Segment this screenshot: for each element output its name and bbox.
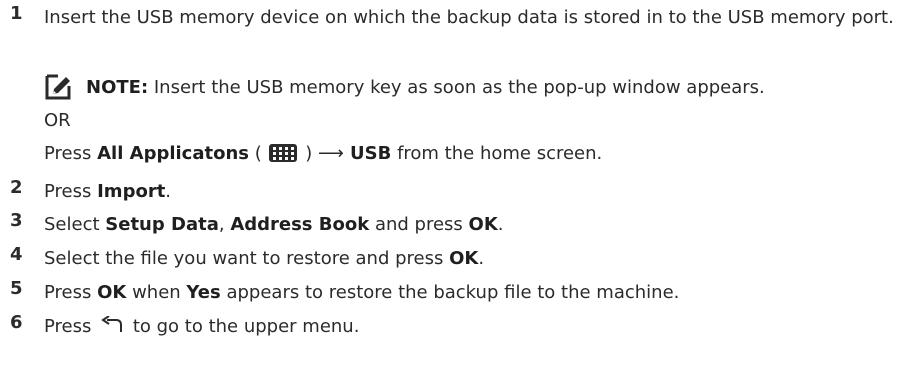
step-number: 4 bbox=[10, 244, 23, 265]
step-1: 1 Insert the USB memory device on which … bbox=[0, 3, 904, 32]
alt-pre: Press bbox=[44, 143, 98, 164]
ok-label: OK bbox=[97, 282, 127, 303]
alt-post: from the home screen. bbox=[391, 143, 603, 164]
instruction-page: 1 Insert the USB memory device on which … bbox=[0, 0, 924, 374]
note-pencil-icon bbox=[45, 74, 71, 100]
step-number: 5 bbox=[10, 278, 23, 299]
all-applications-label: All Applicatons bbox=[97, 143, 250, 164]
step-text: Select Setup Data, Address Book and pres… bbox=[44, 214, 504, 235]
step-2: 2 Press Import. bbox=[0, 177, 904, 206]
step-number: 3 bbox=[10, 210, 23, 231]
usb-label: USB bbox=[343, 143, 392, 164]
step-text: Select the file you want to restore and … bbox=[44, 248, 485, 269]
paren-close: ) bbox=[299, 143, 318, 164]
step-text: Press OK when Yes appears to restore the… bbox=[44, 282, 680, 303]
note-label: NOTE: bbox=[86, 76, 149, 98]
step-5: 5 Press OK when Yes appears to restore t… bbox=[0, 278, 904, 307]
step-text: Insert the USB memory device on which th… bbox=[44, 7, 894, 28]
ok-label: OK bbox=[468, 214, 498, 235]
setup-data-label: Setup Data bbox=[105, 214, 219, 235]
step-4: 4 Select the file you want to restore an… bbox=[0, 244, 904, 273]
note-block: NOTE: Insert the USB memory key as soon … bbox=[44, 72, 765, 102]
yes-label: Yes bbox=[186, 282, 221, 303]
step-3: 3 Select Setup Data, Address Book and pr… bbox=[0, 210, 904, 239]
step-number: 2 bbox=[10, 177, 23, 198]
step-6: 6 Press to go to the upper menu. bbox=[0, 312, 904, 341]
back-arrow-icon bbox=[101, 316, 123, 332]
address-book-label: Address Book bbox=[230, 214, 370, 235]
step-number: 6 bbox=[10, 312, 23, 333]
paren-open: ( bbox=[249, 143, 268, 164]
ok-label: OK bbox=[449, 248, 479, 269]
step-text: Press Import. bbox=[44, 181, 172, 202]
alt-instruction: Press All Applicatons ( ) ⟶ USB from the… bbox=[44, 139, 602, 168]
or-separator: OR bbox=[44, 110, 71, 131]
step-number: 1 bbox=[10, 3, 23, 24]
step-text: Press to go to the upper menu. bbox=[44, 316, 360, 337]
right-arrow-icon: ⟶ bbox=[317, 143, 344, 164]
all-apps-grid-icon bbox=[269, 144, 298, 162]
note-text: Insert the USB memory key as soon as the… bbox=[148, 76, 765, 98]
import-label: Import bbox=[97, 181, 166, 202]
